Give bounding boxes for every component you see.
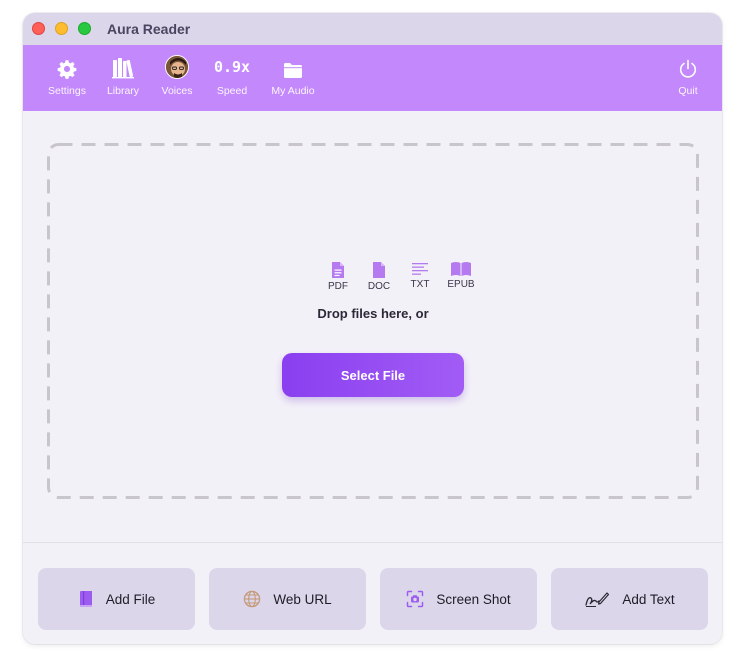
books-icon <box>112 58 134 79</box>
title-bar: Aura Reader <box>23 13 722 45</box>
format-list: PDF DOC TXT EPUB <box>318 261 478 297</box>
window-title: Aura Reader <box>107 21 191 37</box>
format-label: EPUB <box>447 279 475 290</box>
camera-frame-icon <box>407 590 424 608</box>
folder-icon <box>284 63 302 78</box>
add-text-label: Add Text <box>622 591 675 607</box>
speed-label: Speed <box>216 85 248 97</box>
format-label: TXT <box>410 279 430 290</box>
app-window: Aura Reader Settings Library Voices 0.9x… <box>23 13 722 644</box>
open-book-icon <box>451 262 471 276</box>
voice-avatar <box>165 55 189 79</box>
screen-shot-button[interactable]: Screen Shot <box>380 568 537 630</box>
gear-icon <box>57 60 77 79</box>
text-lines-icon <box>412 263 428 275</box>
my-audio-label: My Audio <box>271 85 315 97</box>
select-file-button[interactable]: Select File <box>282 353 464 397</box>
add-file-label: Add File <box>105 591 156 607</box>
speed-value: 0.9x <box>213 58 251 76</box>
add-file-button[interactable]: Add File <box>38 568 195 630</box>
screen-shot-label: Screen Shot <box>436 591 511 607</box>
settings-label: Settings <box>48 85 86 97</box>
action-bar: Add File Web URL Screen Shot Add Text <box>23 543 722 644</box>
format-epub: EPUB <box>441 261 481 290</box>
globe-icon <box>244 590 261 608</box>
format-txt: TXT <box>400 261 440 290</box>
file-drop-zone[interactable]: PDF DOC TXT EPUB Drop files here, or Sel… <box>47 143 699 499</box>
document-icon <box>373 262 385 278</box>
add-text-button[interactable]: Add Text <box>551 568 708 630</box>
format-label: DOC <box>367 281 391 292</box>
main-area: PDF DOC TXT EPUB Drop files here, or Sel… <box>23 111 722 542</box>
drop-zone-border <box>47 143 699 499</box>
toolbar: Settings Library Voices 0.9x Speed My Au… <box>23 45 722 111</box>
format-label: PDF <box>328 281 348 292</box>
signature-pen-icon <box>585 592 610 607</box>
library-label: Library <box>106 85 140 97</box>
my-audio-button[interactable]: My Audio <box>261 45 325 111</box>
settings-button[interactable]: Settings <box>35 45 99 111</box>
zoom-window-button[interactable] <box>78 22 91 35</box>
format-doc: DOC <box>359 261 399 292</box>
quit-label: Quit <box>678 85 698 97</box>
quit-button[interactable]: Quit <box>656 45 720 111</box>
drop-prompt: Drop files here, or <box>317 306 429 321</box>
close-window-button[interactable] <box>32 22 45 35</box>
document-icon <box>332 262 344 278</box>
voices-label: Voices <box>161 85 193 97</box>
power-icon <box>679 59 697 78</box>
web-url-label: Web URL <box>273 591 332 607</box>
speed-button[interactable]: 0.9x Speed <box>200 45 264 111</box>
book-icon <box>79 591 92 607</box>
format-pdf: PDF <box>318 261 358 292</box>
minimize-window-button[interactable] <box>55 22 68 35</box>
web-url-button[interactable]: Web URL <box>209 568 366 630</box>
